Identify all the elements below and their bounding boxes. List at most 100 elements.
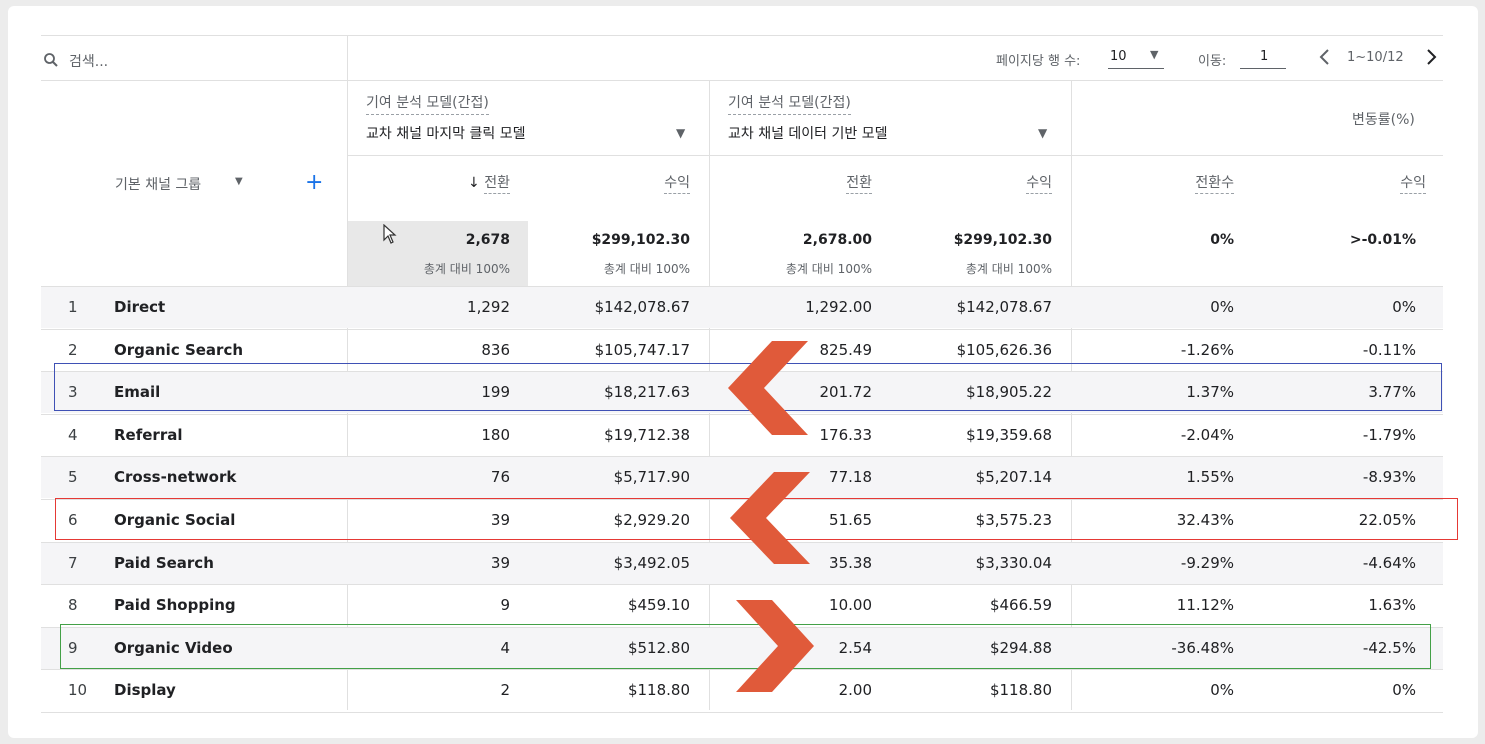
cell-l-rev: $105,747.17: [594, 340, 690, 359]
cell-name[interactable]: Display: [114, 681, 334, 699]
cell-l-rev: $118.80: [627, 681, 690, 700]
cell-c-conv: -1.26%: [1180, 340, 1234, 359]
col-right-rev-label: 수익: [1026, 175, 1052, 194]
cell-idx: 10: [68, 681, 88, 700]
caret-down-icon: ▼: [1038, 126, 1048, 140]
row-divider: [41, 456, 1443, 458]
cell-l-conv: 836: [481, 340, 510, 359]
arrow-left-icon: [730, 472, 810, 564]
cell-l-rev: $142,078.67: [594, 298, 690, 316]
cell-c-rev: 22.05%: [1358, 511, 1416, 529]
total-left-conversions-sub: 총계 대비 100%: [423, 262, 510, 276]
total-left-conversions: 2,678: [465, 232, 510, 248]
cell-l-conv: 9: [500, 596, 510, 615]
attribution-model-left[interactable]: 기여 분석 모델(간접) 교차 채널 마지막 클릭 모델 ▼: [366, 90, 694, 146]
total-right-revenue-sub: 총계 대비 100%: [965, 262, 1052, 276]
arrow-down-icon: ↓: [468, 175, 480, 191]
col-header-left-revenue[interactable]: 수익: [560, 172, 690, 194]
cell-c-conv: 0%: [1210, 298, 1234, 316]
cell-idx: 5: [68, 468, 78, 487]
col-change-rev-label: 수익: [1400, 175, 1426, 194]
attribution-model-right[interactable]: 기여 분석 모델(간접) 교차 채널 데이터 기반 모델 ▼: [728, 90, 1056, 146]
divider: [347, 155, 1443, 156]
cell-name[interactable]: Organic Search: [114, 341, 334, 359]
cell-idx: 2: [68, 340, 78, 359]
cell-l-rev: $5,717.90: [613, 468, 690, 487]
total-right-conversions: 2,678.00: [802, 232, 872, 248]
cell-name[interactable]: Direct: [114, 298, 334, 316]
chevron-right-icon[interactable]: [1424, 48, 1438, 66]
cell-idx: 8: [68, 596, 78, 615]
cell-name[interactable]: Organic Social: [114, 511, 334, 529]
cell-r-rev: $3,330.04: [975, 553, 1052, 572]
col-header-change-revenue[interactable]: 수익: [1296, 172, 1426, 194]
cell-r-rev: $3,575.23: [975, 511, 1052, 529]
row-divider: [41, 328, 1443, 330]
chevron-left-icon[interactable]: [1318, 48, 1332, 66]
cell-c-conv: 11.12%: [1176, 596, 1234, 615]
cell-l-rev: $2,929.20: [613, 511, 690, 529]
cell-l-rev: $512.80: [627, 638, 690, 657]
cell-r-rev: $105,626.36: [956, 340, 1052, 359]
cell-name[interactable]: Paid Search: [114, 554, 334, 572]
cell-c-rev: -8.93%: [1362, 468, 1416, 487]
col-change-conv-label: 전환수: [1195, 175, 1234, 194]
total-change-revenue: >-0.01%: [1349, 232, 1416, 248]
cell-r-rev: $294.88: [989, 638, 1052, 657]
cell-idx: 4: [68, 425, 78, 444]
col-header-right-conversions[interactable]: 전환: [742, 172, 872, 194]
cell-l-conv: 180: [481, 425, 510, 444]
model-right-value: 교차 채널 데이터 기반 모델: [728, 126, 888, 142]
cell-c-conv: 0%: [1210, 681, 1234, 700]
cell-idx: 9: [68, 638, 78, 657]
cell-name[interactable]: Paid Shopping: [114, 596, 334, 614]
cell-c-conv: 1.55%: [1186, 468, 1234, 487]
row-divider: [41, 286, 1443, 287]
cell-c-rev: 0%: [1392, 298, 1416, 316]
cell-c-conv: -36.48%: [1171, 638, 1234, 657]
cell-name[interactable]: Organic Video: [114, 639, 334, 657]
cell-l-conv: 39: [490, 553, 510, 572]
total-right-revenue: $299,102.30: [953, 232, 1052, 248]
row-divider: [41, 712, 1443, 713]
cell-c-rev: -4.64%: [1362, 553, 1416, 572]
cell-r-rev: $118.80: [989, 681, 1052, 700]
cell-l-conv: 76: [490, 468, 510, 487]
cell-c-conv: 32.43%: [1176, 511, 1234, 529]
col-right-conv-label: 전환: [846, 175, 872, 194]
cell-name[interactable]: Referral: [114, 426, 334, 444]
cell-l-rev: $18,217.63: [604, 383, 690, 402]
col-header-right-revenue[interactable]: 수익: [922, 172, 1052, 194]
search-box[interactable]: 검색...: [41, 46, 341, 72]
cell-idx: 7: [68, 553, 78, 572]
search-icon: [44, 53, 58, 67]
total-left-revenue-sub: 총계 대비 100%: [603, 262, 690, 276]
col-header-change-conversions[interactable]: 전환수: [1104, 172, 1234, 194]
rows-per-page-label: 페이지당 행 수:: [996, 54, 1081, 69]
cell-idx: 6: [68, 511, 78, 529]
dimension-selector[interactable]: 기본 채널 그룹 ▼: [115, 172, 255, 194]
arrow-right-icon: [736, 600, 814, 692]
cell-c-conv: -2.04%: [1180, 425, 1234, 444]
cell-c-rev: -42.5%: [1362, 638, 1416, 657]
model-left-value: 교차 채널 마지막 클릭 모델: [366, 126, 526, 142]
rows-per-page-select[interactable]: 10 ▼: [1108, 46, 1164, 69]
col-left-rev-label: 수익: [664, 175, 690, 194]
cell-l-conv: 2: [500, 681, 510, 700]
cell-idx: 3: [68, 383, 78, 402]
cell-l-conv: 1,292: [467, 298, 510, 316]
cell-l-rev: $3,492.05: [613, 553, 690, 572]
caret-down-icon: ▼: [235, 176, 243, 187]
cell-name[interactable]: Email: [114, 383, 334, 401]
plus-icon[interactable]: +: [305, 170, 323, 195]
search-input[interactable]: 검색...: [69, 51, 108, 71]
cell-c-rev: -0.11%: [1362, 340, 1416, 359]
goto-input[interactable]: 1: [1240, 46, 1286, 69]
cell-name[interactable]: Cross-network: [114, 468, 334, 486]
cell-r-rev: $142,078.67: [956, 298, 1052, 316]
dimension-header: 기본 채널 그룹: [115, 177, 202, 193]
cell-r-rev: $466.59: [989, 596, 1052, 615]
row-divider: [41, 584, 1443, 586]
change-rate-header: 변동률(%): [1352, 112, 1415, 128]
col-header-left-conversions[interactable]: ↓ 전환: [380, 172, 510, 194]
